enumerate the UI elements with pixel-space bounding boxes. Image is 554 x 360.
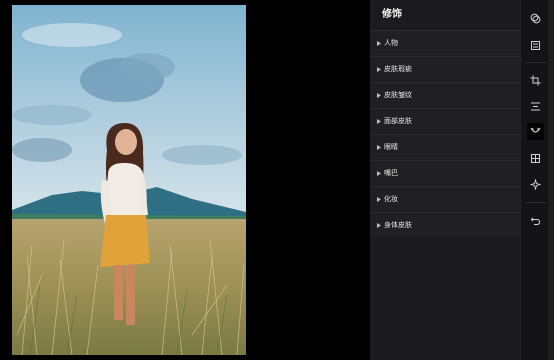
menu-item-skin-wrinkle[interactable]: 皮肤皱纹 xyxy=(370,82,520,107)
menu-item-face-skin[interactable]: 面部皮肤 xyxy=(370,108,520,133)
menu-item-label: 化妆 xyxy=(384,195,398,203)
adjust-lines-icon[interactable] xyxy=(527,37,544,54)
menu-item-label: 面部皮肤 xyxy=(384,117,412,125)
canvas-area xyxy=(0,0,370,360)
menu-item-label: 身体皮肤 xyxy=(384,221,412,229)
magic-wand-icon[interactable] xyxy=(527,176,544,193)
menu-item-label: 人物 xyxy=(384,39,398,47)
filter-circles-icon[interactable] xyxy=(527,10,544,27)
rail-divider xyxy=(526,62,546,63)
menu-item-label: 皮肤瑕疵 xyxy=(384,65,412,73)
menu-item-label: 眼睛 xyxy=(384,143,398,151)
chevron-right-icon xyxy=(375,222,382,229)
menu-item-skin-blemish[interactable]: 皮肤瑕疵 xyxy=(370,56,520,81)
menu-item-label: 皮肤皱纹 xyxy=(384,91,412,99)
menu-item-body-skin[interactable]: 身体皮肤 xyxy=(370,212,520,237)
menu-item-mouth[interactable]: 嘴巴 xyxy=(370,160,520,185)
menu-item-label: 嘴巴 xyxy=(384,169,398,177)
undo-icon[interactable] xyxy=(527,212,544,229)
photo-preview[interactable] xyxy=(12,5,246,355)
chevron-right-icon xyxy=(375,196,382,203)
layers-icon[interactable] xyxy=(527,150,544,167)
retouch-panel: 修饰 人物 皮肤瑕疵 皮肤皱纹 面部皮肤 眼睛 嘴巴 化妆 身体皮肤 xyxy=(370,0,520,360)
crop-icon[interactable] xyxy=(527,72,544,89)
chevron-right-icon xyxy=(375,144,382,151)
menu-item-makeup[interactable]: 化妆 xyxy=(370,186,520,211)
rail-divider xyxy=(526,202,546,203)
portrait-retouch-icon[interactable] xyxy=(527,123,544,140)
chevron-right-icon xyxy=(375,170,382,177)
chevron-right-icon xyxy=(375,118,382,125)
chevron-right-icon xyxy=(375,66,382,73)
menu-item-person[interactable]: 人物 xyxy=(370,30,520,55)
chevron-right-icon xyxy=(375,40,382,47)
panel-title: 修饰 xyxy=(382,9,402,20)
chevron-right-icon xyxy=(375,92,382,99)
menu-item-eyes[interactable]: 眼睛 xyxy=(370,134,520,159)
scrollbar[interactable] xyxy=(548,0,554,360)
align-icon[interactable] xyxy=(527,98,544,115)
